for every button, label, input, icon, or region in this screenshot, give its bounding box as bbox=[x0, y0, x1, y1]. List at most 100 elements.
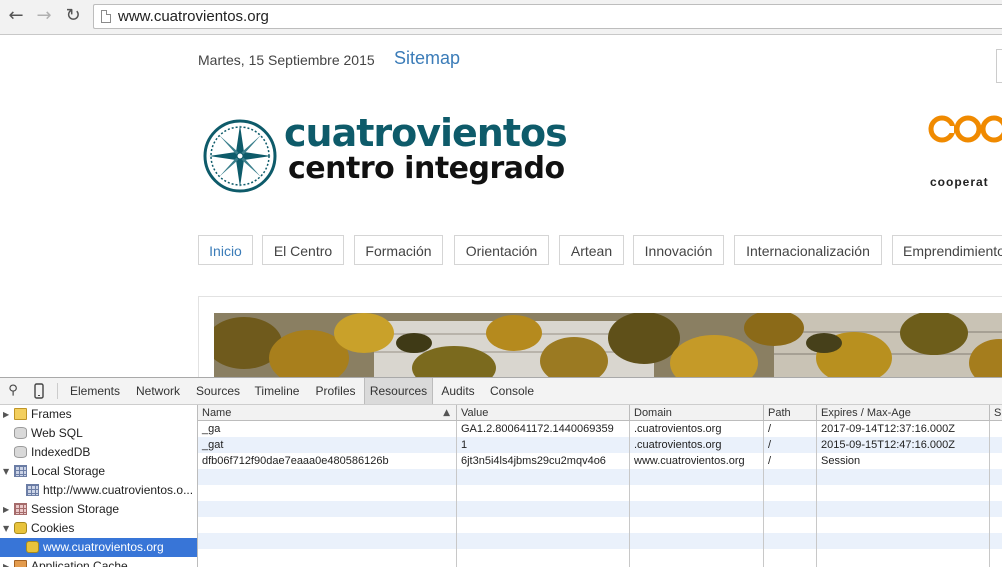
cookie-name: dfb06f712f90dae7eaaa0e480586126b bbox=[202, 455, 389, 467]
resources-tree: ▶ Frames Web SQL IndexedDB ▼ Local Stora… bbox=[0, 405, 198, 567]
cooperative-logo bbox=[928, 115, 1002, 143]
collapse-arrow-icon[interactable]: ▼ bbox=[3, 519, 13, 538]
tree-item-cookies-domain[interactable]: www.cuatrovientos.org bbox=[0, 538, 197, 557]
table-row[interactable]: _gat 1 .cuatrovientos.org / 2015-09-15T1… bbox=[198, 437, 1002, 453]
cookie-icon bbox=[26, 541, 39, 553]
empty-row bbox=[198, 517, 1002, 533]
web-page: Martes, 15 Septiembre 2015 Sitemap cuatr… bbox=[0, 35, 1002, 377]
cookie-domain: www.cuatrovientos.org bbox=[634, 455, 745, 467]
database-icon bbox=[14, 446, 27, 458]
folder-icon bbox=[14, 408, 27, 420]
banner-image bbox=[214, 313, 1002, 377]
tree-item-local-storage-origin[interactable]: http://www.cuatrovientos.o... bbox=[0, 481, 197, 500]
tree-label: Cookies bbox=[31, 521, 75, 535]
address-bar[interactable]: www.cuatrovientos.org bbox=[93, 4, 1002, 29]
tree-label: Local Storage bbox=[31, 464, 106, 478]
column-divider bbox=[989, 421, 990, 567]
tree-item-cookies[interactable]: ▼ Cookies bbox=[0, 519, 197, 538]
search-box[interactable] bbox=[996, 49, 1002, 83]
menu-orientacion[interactable]: Orientación bbox=[454, 235, 549, 265]
database-icon bbox=[14, 427, 27, 439]
tree-item-web-sql[interactable]: Web SQL bbox=[0, 424, 197, 443]
cookie-icon bbox=[14, 522, 27, 534]
menu-internacionalizacion[interactable]: Internacionalización bbox=[734, 235, 882, 265]
sitemap-link[interactable]: Sitemap bbox=[394, 48, 460, 69]
menu-el-centro[interactable]: El Centro bbox=[262, 235, 344, 265]
cookie-expires: 2015-09-15T12:47:16.000Z bbox=[821, 439, 955, 451]
cookie-path: / bbox=[768, 455, 772, 467]
tab-resources[interactable]: Resources bbox=[364, 378, 433, 404]
column-header-domain[interactable]: Domain bbox=[630, 405, 764, 421]
cookie-domain: .cuatrovientos.org bbox=[634, 423, 722, 435]
cookie-table: Name ▲ Value Domain Path Expires / Max-A… bbox=[198, 405, 1002, 567]
toolbar-divider bbox=[57, 383, 58, 399]
cookie-name: _ga bbox=[202, 423, 221, 435]
forward-arrow-icon[interactable]: → bbox=[33, 5, 55, 27]
logo-line-2: centro integrado bbox=[288, 151, 565, 186]
menu-emprendimiento[interactable]: Emprendimiento bbox=[892, 235, 1002, 265]
tab-timeline[interactable]: Timeline bbox=[248, 378, 306, 404]
column-header-path[interactable]: Path bbox=[764, 405, 817, 421]
cookie-value: GA1.2.800641172.1440069359 bbox=[461, 423, 614, 435]
tab-elements[interactable]: Elements bbox=[64, 378, 126, 404]
tree-item-indexeddb[interactable]: IndexedDB bbox=[0, 443, 197, 462]
tab-profiles[interactable]: Profiles bbox=[308, 378, 363, 404]
tree-label: http://www.cuatrovientos.o... bbox=[43, 483, 194, 497]
column-header-size[interactable]: Si bbox=[990, 405, 1002, 421]
cookie-name: _gat bbox=[202, 439, 224, 451]
devtools-panel: ⚲ Elements Network Sources Timeline Prof… bbox=[0, 377, 1002, 567]
column-divider bbox=[456, 421, 457, 567]
cookie-path: / bbox=[768, 423, 772, 435]
cookie-value: 1 bbox=[461, 439, 468, 451]
empty-row bbox=[198, 469, 1002, 485]
column-header-expires[interactable]: Expires / Max-Age bbox=[817, 405, 990, 421]
date-text: Martes, 15 Septiembre 2015 bbox=[198, 52, 375, 68]
cookie-path: / bbox=[768, 439, 772, 451]
tab-sources[interactable]: Sources bbox=[190, 378, 246, 404]
tree-label: Web SQL bbox=[31, 426, 83, 440]
browser-toolbar: ← → ↻ www.cuatrovientos.org bbox=[0, 0, 1002, 35]
tab-network[interactable]: Network bbox=[128, 378, 188, 404]
cookie-expires: 2017-09-14T12:37:16.000Z bbox=[821, 423, 955, 435]
reload-icon[interactable]: ↻ bbox=[62, 5, 84, 27]
logo-line-1: cuatrovientos bbox=[284, 111, 568, 155]
column-divider bbox=[816, 421, 817, 567]
page-icon bbox=[101, 10, 111, 23]
expand-arrow-icon[interactable]: ▶ bbox=[3, 500, 13, 519]
tab-audits[interactable]: Audits bbox=[435, 378, 481, 404]
expand-arrow-icon[interactable]: ▶ bbox=[3, 405, 13, 424]
tree-item-frames[interactable]: ▶ Frames bbox=[0, 405, 197, 424]
column-divider bbox=[629, 421, 630, 567]
tab-console[interactable]: Console bbox=[484, 378, 540, 404]
menu-formacion[interactable]: Formación bbox=[354, 235, 443, 265]
menu-inicio[interactable]: Inicio bbox=[198, 235, 253, 265]
site-logo[interactable]: cuatrovientos centro integrado bbox=[203, 111, 613, 195]
menu-innovacion[interactable]: Innovación bbox=[633, 235, 724, 265]
devtools-tabbar: ⚲ Elements Network Sources Timeline Prof… bbox=[0, 378, 1002, 405]
tree-label: Session Storage bbox=[31, 502, 120, 516]
tree-item-session-storage[interactable]: ▶ Session Storage bbox=[0, 500, 197, 519]
empty-row bbox=[198, 533, 1002, 549]
inspect-search-icon[interactable]: ⚲ bbox=[5, 383, 21, 399]
sort-ascending-icon: ▲ bbox=[443, 408, 450, 418]
empty-row bbox=[198, 501, 1002, 517]
cookie-value: 6jt3n5i4ls4jbms29cu2mqv4o6 bbox=[461, 455, 606, 467]
column-header-label: Name bbox=[202, 407, 232, 419]
table-row[interactable]: dfb06f712f90dae7eaaa0e480586126b 6jt3n5i… bbox=[198, 453, 1002, 469]
back-arrow-icon[interactable]: ← bbox=[5, 5, 27, 27]
tree-label: www.cuatrovientos.org bbox=[43, 540, 164, 554]
column-header-value[interactable]: Value bbox=[457, 405, 630, 421]
column-divider bbox=[763, 421, 764, 567]
cookie-domain: .cuatrovientos.org bbox=[634, 439, 722, 451]
storage-grid-icon bbox=[26, 484, 39, 496]
tree-item-local-storage[interactable]: ▼ Local Storage bbox=[0, 462, 197, 481]
compass-icon bbox=[203, 119, 277, 193]
table-row[interactable]: _ga GA1.2.800641172.1440069359 .cuatrovi… bbox=[198, 421, 1002, 437]
device-mode-icon[interactable] bbox=[31, 383, 47, 399]
column-header-name[interactable]: Name ▲ bbox=[198, 405, 457, 421]
collapse-arrow-icon[interactable]: ▼ bbox=[3, 462, 13, 481]
url-text: www.cuatrovientos.org bbox=[118, 8, 269, 25]
menu-artean[interactable]: Artean bbox=[559, 235, 624, 265]
cooperative-text: cooperat bbox=[930, 175, 989, 189]
cookie-expires: Session bbox=[821, 455, 861, 467]
